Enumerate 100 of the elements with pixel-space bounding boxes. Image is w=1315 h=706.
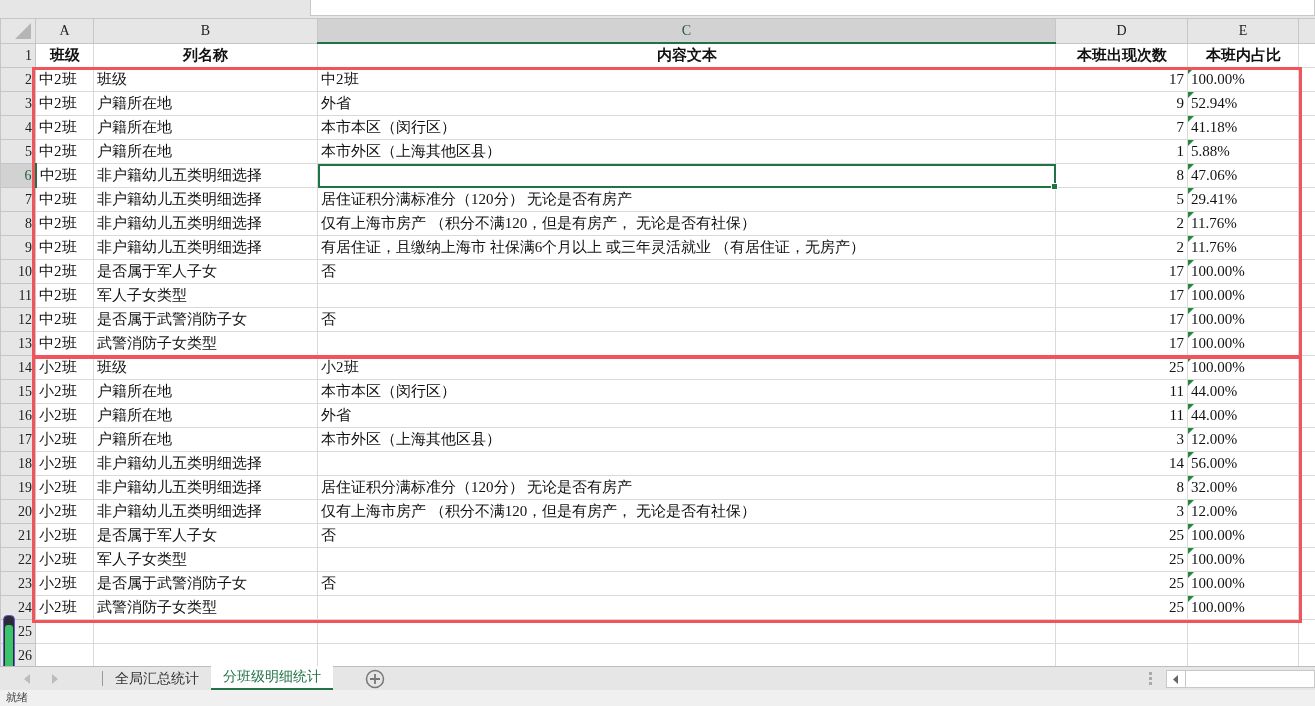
cell-text: 100.00% xyxy=(1191,526,1245,545)
cell-text: 11.76% xyxy=(1191,214,1237,233)
cell-text: 班级 xyxy=(97,70,127,89)
column-header[interactable]: B xyxy=(93,18,318,43)
cell-text: 100.00% xyxy=(1191,550,1245,569)
cell-text: 中2班 xyxy=(39,262,77,281)
cell-text: 是否属于军人子女 xyxy=(97,262,217,281)
cell-text: 9 xyxy=(1176,94,1184,113)
cell-text: 17 xyxy=(1169,310,1184,329)
cell-text: 52.94% xyxy=(1191,94,1238,113)
cell-text: 32.00% xyxy=(1191,478,1238,497)
cell-text: 本市外区（上海其他区县） xyxy=(321,142,501,161)
row-header[interactable]: 1 xyxy=(0,43,36,68)
cell-text: 中2班 xyxy=(39,166,77,185)
cell-text: 否 xyxy=(321,310,336,329)
cell-text: 中2班 xyxy=(39,94,77,113)
cell-text: 中2班 xyxy=(39,286,77,305)
cell-text: 仅有上海市房产 （积分不满120，但是有房产， 无论是否有社保） xyxy=(321,502,756,521)
cell-text: 25 xyxy=(1169,526,1184,545)
cell-text: 3 xyxy=(1176,502,1184,521)
cell-text: 11 xyxy=(1169,382,1184,401)
cell-text: 7 xyxy=(1176,118,1184,137)
scroll-right-icon[interactable] xyxy=(52,673,58,684)
cell-text: 户籍所在地 xyxy=(97,94,172,113)
cell-text: 是否属于武警消防子女 xyxy=(97,310,247,329)
cell-text: 中2班 xyxy=(39,214,77,233)
cell-text: 户籍所在地 xyxy=(97,142,172,161)
horizontal-scrollbar[interactable] xyxy=(1166,670,1315,688)
column-header[interactable]: C xyxy=(317,18,1056,43)
cell-text: 中2班 xyxy=(39,310,77,329)
cell-text: 小2班 xyxy=(39,550,77,569)
add-sheet-icon[interactable] xyxy=(365,668,385,689)
cell-text: 25 xyxy=(1169,574,1184,593)
cell-text: 11.76% xyxy=(1191,238,1237,257)
cell-text: 非户籍幼儿五类明细选择 xyxy=(97,502,262,521)
cell-text: 29.41% xyxy=(1191,190,1238,209)
cell-text: 47.06% xyxy=(1191,166,1238,185)
cell-text: 小2班 xyxy=(39,478,77,497)
cell-text: 军人子女类型 xyxy=(97,286,187,305)
cell-text: 44.00% xyxy=(1191,382,1238,401)
cell-text: 44.00% xyxy=(1191,406,1238,425)
cell-text: 非户籍幼儿五类明细选择 xyxy=(97,214,262,233)
cell-text: 军人子女类型 xyxy=(97,550,187,569)
cell-text: 户籍所在地 xyxy=(97,430,172,449)
cell-text: 仅有上海市房产 （积分不满120，但是有房产， 无论是否有社保） xyxy=(321,214,756,233)
cell-text: 中2班 xyxy=(39,334,77,353)
cell-text: 100.00% xyxy=(1191,262,1245,281)
cell-text: 否 xyxy=(321,574,336,593)
cell-text: 5.88% xyxy=(1191,142,1230,161)
cell-text: 8 xyxy=(1176,478,1184,497)
column-header[interactable]: E xyxy=(1187,18,1299,43)
cell-text: 小2班 xyxy=(39,430,77,449)
cell-text: 非户籍幼儿五类明细选择 xyxy=(97,454,262,473)
cell-text: 是否属于军人子女 xyxy=(97,526,217,545)
cell-text: 否 xyxy=(321,262,336,281)
cell-text: 100.00% xyxy=(1191,334,1245,353)
cell-text: 是否属于武警消防子女 xyxy=(97,574,247,593)
cell-text: 否 xyxy=(321,526,336,545)
cell-text: 17 xyxy=(1169,334,1184,353)
sheet-tab[interactable]: 全局汇总统计 xyxy=(103,667,211,690)
cell-text: 武警消防子女类型 xyxy=(97,334,217,353)
cell-text: 5 xyxy=(1176,190,1184,209)
cell-text: 小2班 xyxy=(39,526,77,545)
cell-text: 25 xyxy=(1169,598,1184,617)
cell-text: 100.00% xyxy=(1191,286,1245,305)
cell-text: 100.00% xyxy=(1191,358,1245,377)
column-header[interactable]: D xyxy=(1055,18,1188,43)
column-title: 内容文本 xyxy=(656,46,717,65)
cell-text: 小2班 xyxy=(39,406,77,425)
splitter-icon[interactable] xyxy=(1149,671,1152,686)
cell-text: 25 xyxy=(1169,550,1184,569)
cell-text: 56.00% xyxy=(1191,454,1238,473)
column-header[interactable]: A xyxy=(35,18,94,43)
cell-text: 非户籍幼儿五类明细选择 xyxy=(97,238,262,257)
status-text: 就绪 xyxy=(6,691,28,704)
cell-text: 11 xyxy=(1169,406,1184,425)
cell-text: 小2班 xyxy=(39,502,77,521)
cell-text: 居住证积分满标准分（120分） 无论是否有房产 xyxy=(321,190,633,209)
cell-text: 3 xyxy=(1176,430,1184,449)
sheet-tab[interactable]: 分班级明细统计 xyxy=(211,666,333,690)
cell-text: 小2班 xyxy=(39,574,77,593)
formula-field[interactable] xyxy=(310,0,1315,16)
column-title: 本班出现次数 xyxy=(1076,45,1167,65)
cell-text: 本市本区（闵行区） xyxy=(321,382,456,401)
cell-text: 武警消防子女类型 xyxy=(97,598,217,617)
cell-text: 41.18% xyxy=(1191,118,1238,137)
cell-text: 中2班 xyxy=(39,190,77,209)
cell-text: 25 xyxy=(1169,358,1184,377)
cell-text: 14 xyxy=(1169,454,1184,473)
cell-text: 非户籍幼儿五类明细选择 xyxy=(97,166,262,185)
cell-text: 17 xyxy=(1169,262,1184,281)
selected-cell[interactable] xyxy=(317,163,1056,188)
cell-text: 本市外区（上海其他区县） xyxy=(321,430,501,449)
cell-text: 本市本区（闵行区） xyxy=(321,118,456,137)
cell-text: 100.00% xyxy=(1191,574,1245,593)
cell-text: 户籍所在地 xyxy=(97,382,172,401)
cell-text: 中2班 xyxy=(39,142,77,161)
cell-text: 12.00% xyxy=(1191,502,1238,521)
cell-text: 2 xyxy=(1176,214,1184,233)
cell-text: 100.00% xyxy=(1191,70,1245,89)
